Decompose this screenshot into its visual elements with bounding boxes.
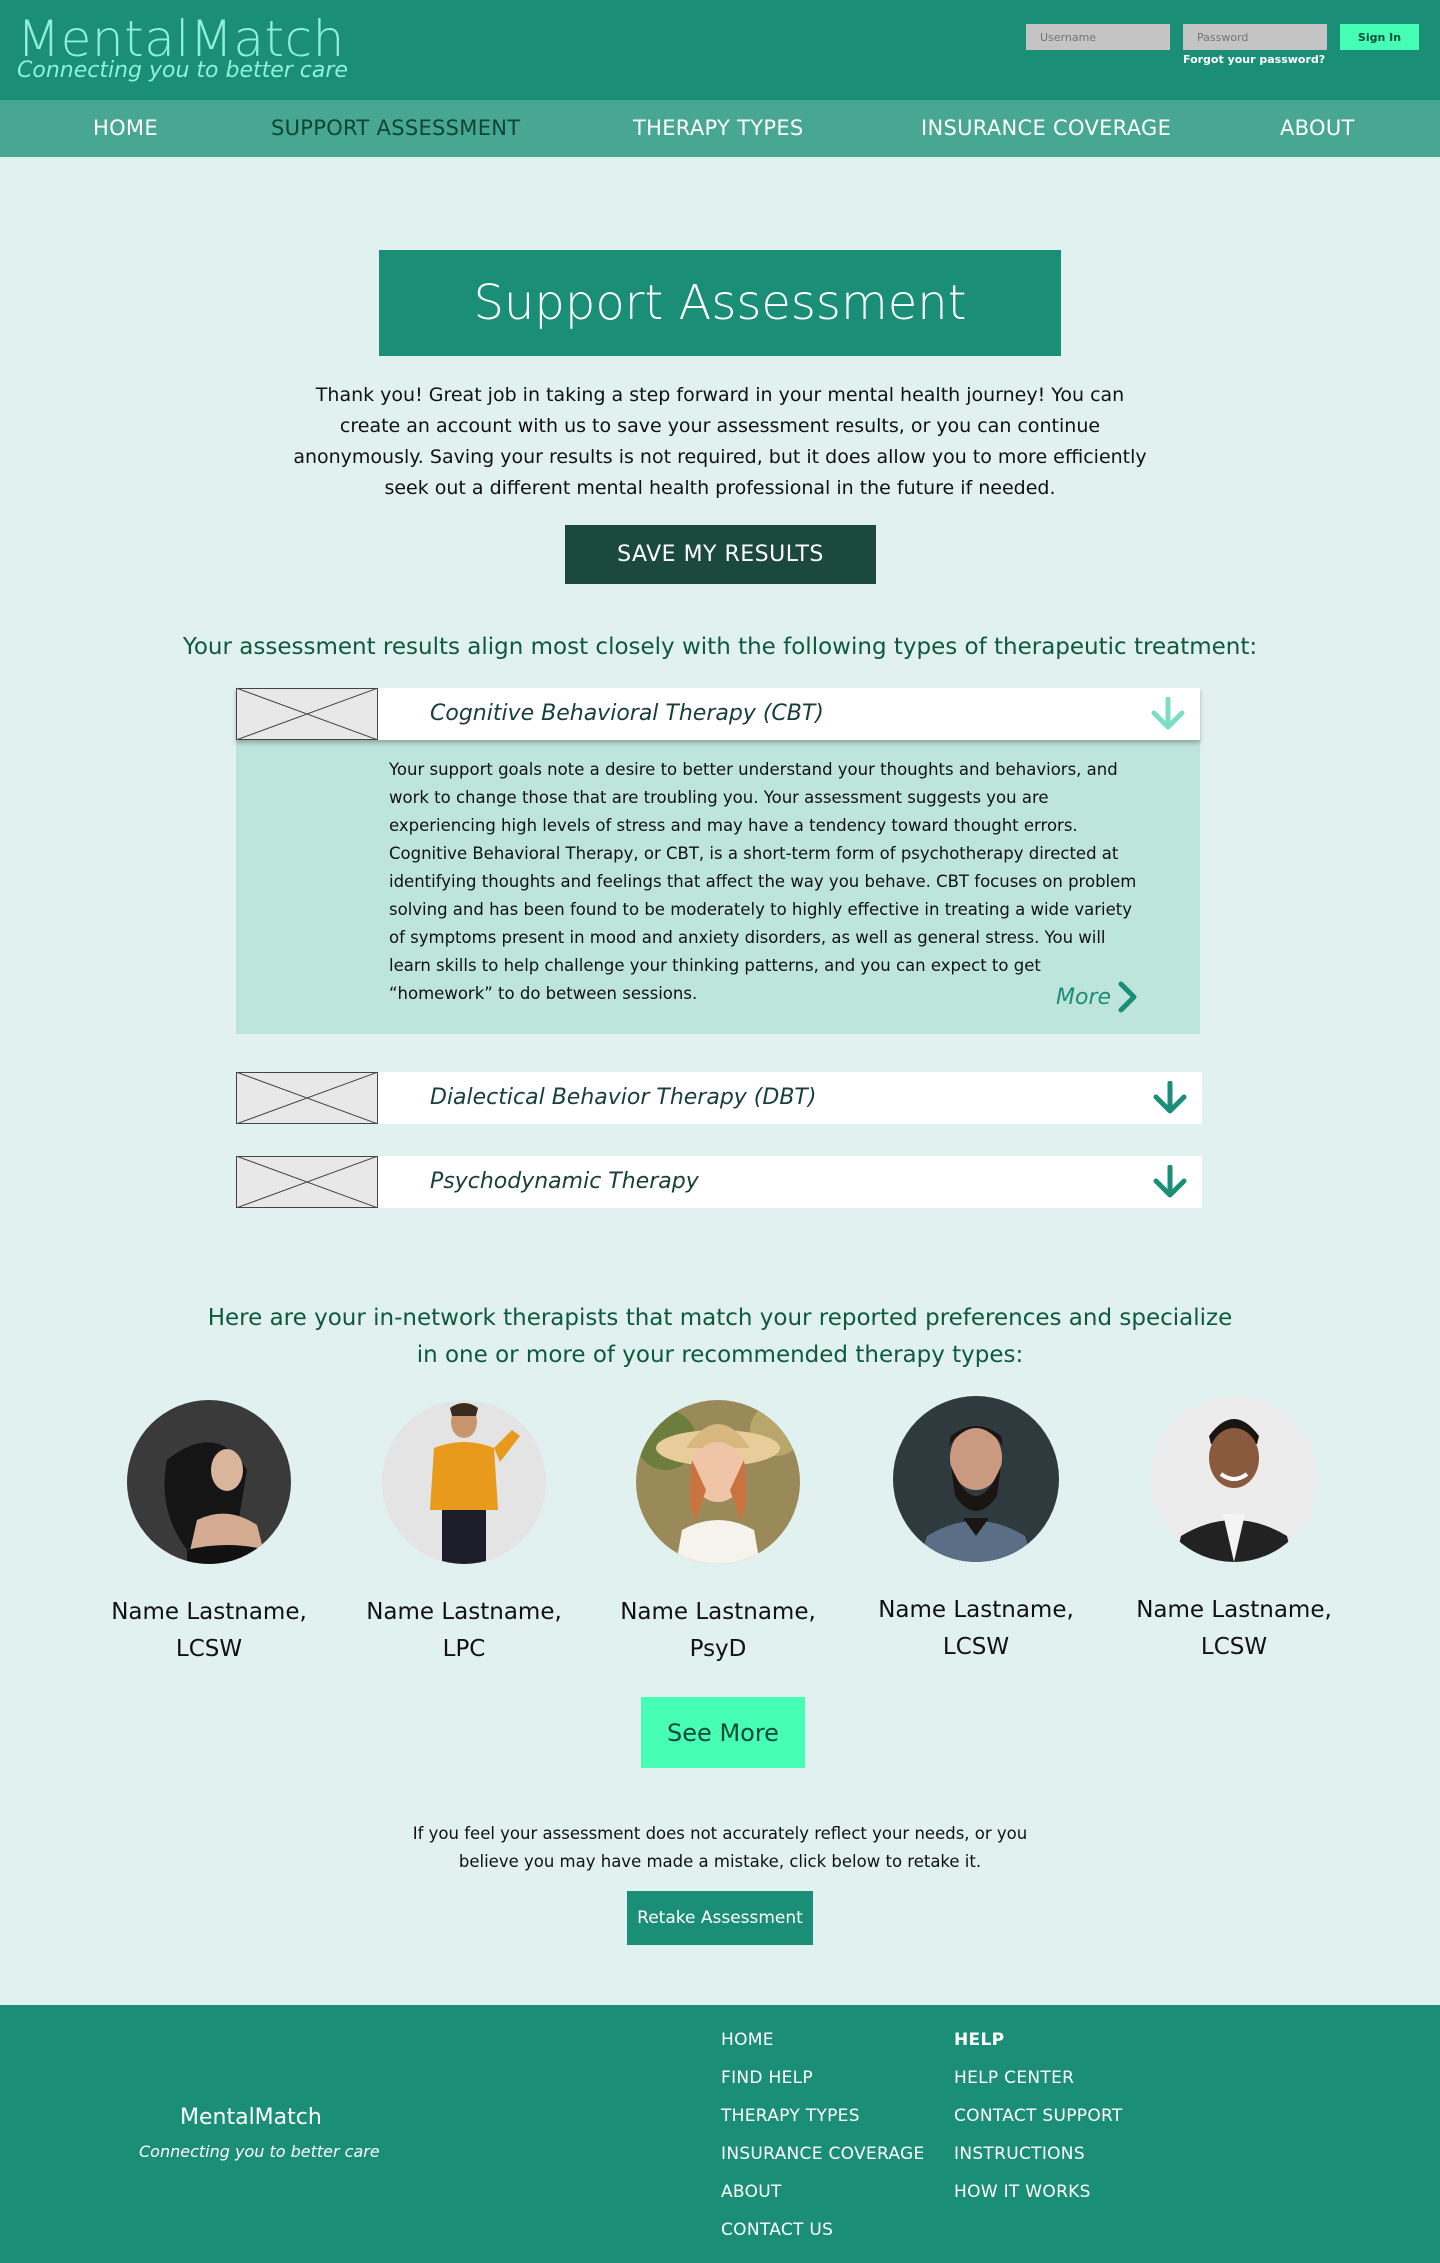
therapist-name: Name Lastname, — [620, 1599, 816, 1625]
accordion-body-cbt: Your support goals note a desire to bett… — [236, 740, 1200, 1034]
footer-link-about[interactable]: ABOUT — [721, 2173, 925, 2211]
avatar — [893, 1396, 1059, 1562]
footer-link-therapy-types[interactable]: THERAPY TYPES — [721, 2097, 925, 2135]
therapist-card[interactable]: Name Lastname, PsyD — [598, 1400, 838, 1668]
footer-link-home[interactable]: HOME — [721, 2021, 925, 2059]
image-placeholder-icon — [236, 688, 378, 740]
therapist-card[interactable]: Name Lastname, LCSW — [856, 1396, 1096, 1666]
retake-text: If you feel your assessment does not acc… — [412, 1824, 1028, 1871]
accordion-title: Dialectical Behavior Therapy (DBT) — [430, 1085, 817, 1110]
footer-link-insurance-coverage[interactable]: INSURANCE COVERAGE — [721, 2135, 925, 2173]
therapist-credential: PsyD — [689, 1636, 747, 1662]
nav-item-about[interactable]: ABOUT — [1280, 116, 1355, 140]
image-placeholder-icon — [236, 1072, 378, 1124]
page-title: Support Assessment — [379, 250, 1061, 356]
therapist-card[interactable]: Name Lastname, LCSW — [89, 1400, 329, 1668]
logo-tagline: Connecting you to better care — [17, 58, 348, 83]
site-header: MentalMatch Connecting you to better car… — [0, 0, 1440, 100]
forgot-password-link[interactable]: Forgot your password? — [1183, 53, 1325, 66]
therapist-credential: LCSW — [1200, 1634, 1268, 1660]
username-input[interactable] — [1026, 24, 1170, 50]
footer-help-heading: HELP — [954, 2030, 1005, 2050]
nav-item-support-assessment[interactable]: SUPPORT ASSESSMENT — [271, 116, 520, 140]
therapist-credential: LCSW — [175, 1636, 243, 1662]
nav-item-home[interactable]: HOME — [93, 116, 158, 140]
footer-tagline: Connecting you to better care — [139, 2142, 380, 2161]
avatar — [382, 1400, 546, 1564]
avatar — [1151, 1396, 1317, 1562]
accordion-title: Cognitive Behavioral Therapy (CBT) — [430, 701, 824, 726]
chevron-down-icon[interactable] — [1148, 696, 1188, 735]
footer-brand[interactable]: MentalMatch — [180, 2105, 322, 2130]
footer-link-how-it-works[interactable]: HOW IT WORKS — [954, 2173, 1123, 2211]
nav-item-therapy-types[interactable]: THERAPY TYPES — [633, 116, 804, 140]
footer-nav-links: HOME FIND HELP THERAPY TYPES INSURANCE C… — [721, 2021, 925, 2249]
footer-link-instructions[interactable]: INSTRUCTIONS — [954, 2135, 1123, 2173]
sign-in-button[interactable]: Sign In — [1340, 24, 1419, 50]
footer-link-find-help[interactable]: FIND HELP — [721, 2059, 925, 2097]
therapist-name: Name Lastname, — [878, 1597, 1074, 1623]
accordion-header-cbt[interactable]: Cognitive Behavioral Therapy (CBT) — [236, 688, 1200, 740]
more-label: More — [1056, 984, 1112, 1010]
main-nav: HOME SUPPORT ASSESSMENT THERAPY TYPES IN… — [0, 100, 1440, 157]
accordion-header-dbt[interactable]: Dialectical Behavior Therapy (DBT) — [236, 1072, 1202, 1124]
therapists-heading: Here are your in-network therapists that… — [207, 1305, 1233, 1368]
results-heading: Your assessment results align most close… — [182, 634, 1258, 660]
chevron-right-icon — [1118, 981, 1137, 1013]
footer-link-contact-support[interactable]: CONTACT SUPPORT — [954, 2097, 1123, 2135]
chevron-down-icon[interactable] — [1150, 1164, 1190, 1203]
see-more-button[interactable]: See More — [641, 1697, 805, 1768]
chevron-down-icon[interactable] — [1150, 1080, 1190, 1119]
intro-text: Thank you! Great job in taking a step fo… — [293, 384, 1147, 499]
accordion-title: Psychodynamic Therapy — [430, 1169, 699, 1194]
save-results-button[interactable]: SAVE MY RESULTS — [565, 525, 876, 584]
footer-link-contact-us[interactable]: CONTACT US — [721, 2211, 925, 2249]
avatar — [636, 1400, 800, 1564]
more-link[interactable]: More — [1056, 980, 1139, 1014]
nav-item-insurance-coverage[interactable]: INSURANCE COVERAGE — [921, 116, 1171, 140]
therapist-name: Name Lastname, — [1136, 1597, 1332, 1623]
therapist-card[interactable]: Name Lastname, LPC — [344, 1400, 584, 1668]
therapist-credential: LPC — [442, 1636, 486, 1662]
therapist-name: Name Lastname, — [366, 1599, 562, 1625]
therapist-card[interactable]: Name Lastname, LCSW — [1114, 1396, 1354, 1666]
therapist-credential: LCSW — [942, 1634, 1010, 1660]
avatar — [127, 1400, 291, 1564]
password-input[interactable] — [1183, 24, 1327, 50]
retake-assessment-button[interactable]: Retake Assessment — [627, 1891, 813, 1945]
accordion-header-psychodynamic[interactable]: Psychodynamic Therapy — [236, 1156, 1202, 1208]
accordion-body-text: Your support goals note a desire to bett… — [389, 760, 1137, 1003]
image-placeholder-icon — [236, 1156, 378, 1208]
site-footer: MentalMatch Connecting you to better car… — [0, 2005, 1440, 2263]
therapist-name: Name Lastname, — [111, 1599, 307, 1625]
footer-link-help-center[interactable]: HELP CENTER — [954, 2059, 1123, 2097]
footer-help-links: HELP HELP CENTER CONTACT SUPPORT INSTRUC… — [954, 2021, 1123, 2211]
